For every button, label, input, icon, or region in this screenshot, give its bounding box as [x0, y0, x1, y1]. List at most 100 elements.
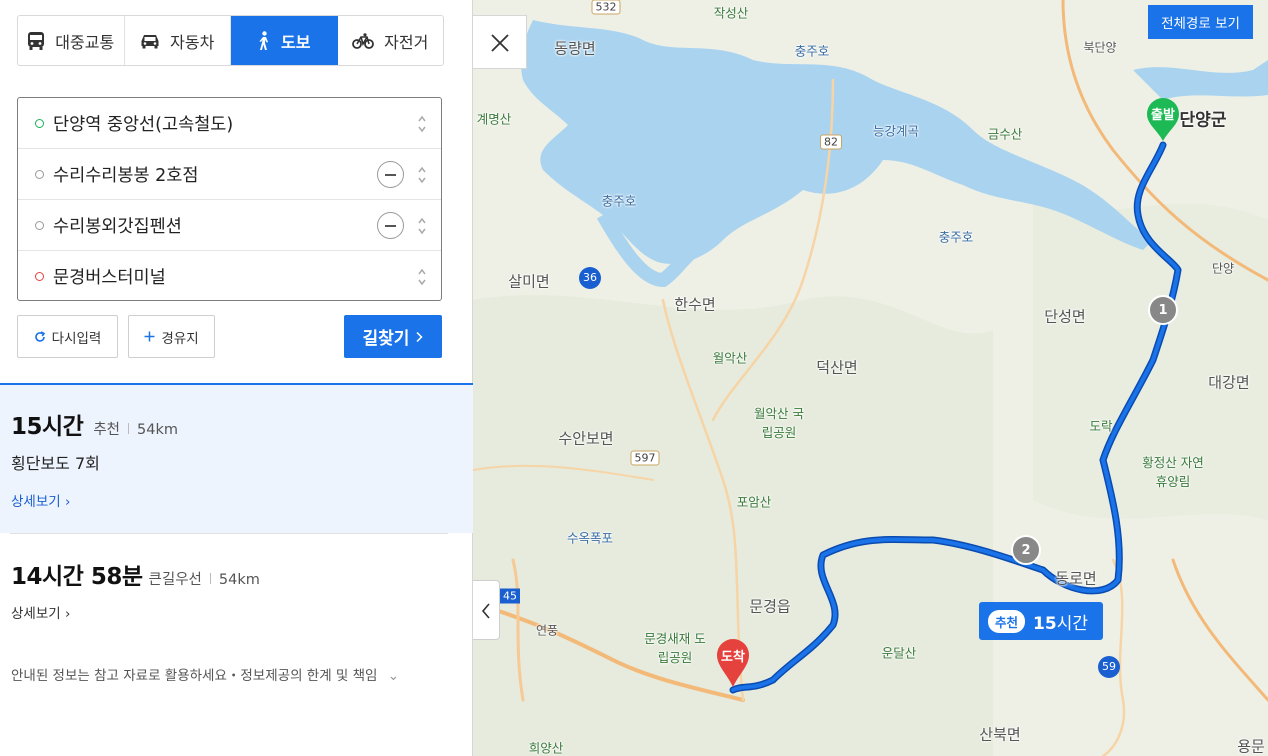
detail-label: 상세보기: [11, 606, 61, 622]
route-result[interactable]: 15시간 추천 54km 횡단보도 7회 상세보기 ›: [0, 385, 473, 533]
start-marker[interactable]: 출발: [1145, 98, 1181, 142]
waypoint-dot-icon: [35, 170, 44, 179]
route-end-field[interactable]: 문경버스터미널: [18, 251, 441, 301]
water-label: 수옥폭포: [566, 530, 614, 546]
water-label: 충주호: [601, 193, 637, 209]
peak-label: 월악산: [712, 350, 748, 366]
add-waypoint-button[interactable]: 경유지: [128, 315, 215, 358]
peak-label: 금수산: [987, 126, 1023, 142]
peak-label: 작성산: [713, 5, 749, 21]
collapse-panel-button[interactable]: [473, 580, 500, 640]
add-waypoint-label: 경유지: [161, 330, 199, 347]
reset-button[interactable]: 다시입력: [17, 315, 118, 358]
plus-icon: [144, 331, 155, 342]
result-header: 14시간 58분 큰길우선 54km: [11, 557, 260, 591]
waypoint-marker[interactable]: 1: [1148, 295, 1178, 325]
full-route-button[interactable]: 전체경로 보기: [1148, 5, 1253, 39]
bus-icon: [28, 31, 45, 50]
tab-transit[interactable]: 대중교통: [18, 16, 125, 65]
drag-handle-icon[interactable]: [417, 115, 427, 133]
car-icon: [141, 34, 159, 48]
end-marker-label: 도착: [721, 650, 745, 665]
waypoint-marker[interactable]: 2: [1011, 535, 1041, 565]
tab-car[interactable]: 자동차: [125, 16, 231, 65]
result-distance: 54km: [137, 422, 178, 438]
drag-handle-icon[interactable]: [417, 268, 427, 286]
route-start-field[interactable]: 단양역 중앙선(고속철도): [18, 98, 441, 149]
result-detail-link[interactable]: 상세보기 ›: [11, 602, 70, 622]
place-label: 연풍: [535, 623, 559, 638]
chevron-right-icon: [416, 331, 424, 342]
route-point-label: 수리봉외갓집펜션: [53, 216, 182, 237]
water-label: 능강계곡: [872, 123, 920, 139]
peak-label: 월악산 국립공원: [754, 406, 804, 440]
detail-label: 상세보기: [11, 494, 61, 510]
start-dot-icon: [35, 119, 44, 128]
place-label: 덕산면: [816, 358, 858, 377]
road-shield: 597: [630, 450, 660, 466]
tab-bicycle[interactable]: 자전거: [338, 16, 444, 65]
peak-label: 계명산: [476, 111, 512, 127]
chevron-right-icon: ›: [64, 494, 71, 510]
tab-label: 자전거: [384, 32, 429, 52]
chevron-down-icon: ⌄: [387, 668, 400, 684]
result-tag: 추천: [93, 422, 121, 438]
tab-walk[interactable]: 도보: [231, 16, 338, 65]
peak-label: 포암산: [736, 494, 772, 510]
separator: [128, 423, 130, 434]
chevron-left-icon: [481, 603, 490, 619]
peak-label: 희양산: [528, 740, 564, 756]
place-label: 대강면: [1208, 373, 1250, 392]
place-label: 산북면: [979, 725, 1021, 744]
place-label: 동량면: [554, 39, 596, 58]
place-label: 문경읍: [749, 597, 791, 616]
result-header: 15시간 추천 54km: [11, 407, 178, 441]
peak-label: 황정산 자연휴양림: [1142, 455, 1204, 489]
place-label: 한수면: [674, 295, 716, 314]
result-time: 15시간: [11, 414, 84, 440]
route-point-label: 단양역 중앙선(고속철도): [53, 114, 234, 135]
road-shield: 36: [579, 267, 601, 289]
drag-handle-icon[interactable]: [417, 166, 427, 184]
route-time-badge[interactable]: 추천 15시간: [979, 602, 1103, 640]
road-shield: 532: [591, 0, 621, 15]
route-result[interactable]: 14시간 58분 큰길우선 54km 상세보기 ›: [0, 533, 473, 643]
peak-label: 문경새재 도립공원: [644, 631, 706, 665]
separator: [209, 573, 211, 584]
remove-waypoint-button[interactable]: [377, 161, 404, 188]
route-point-label: 수리수리봉봉 2호점: [53, 165, 199, 186]
reset-label: 다시입력: [51, 330, 102, 347]
place-label: 동로면: [1055, 569, 1097, 588]
route-points-box: 단양역 중앙선(고속철도) 수리수리봉봉 2호점 수리봉외갓집펜션 문경버스터미…: [17, 97, 442, 301]
place-label: 단양: [1211, 261, 1235, 276]
chevron-right-icon: ›: [64, 606, 71, 622]
place-label: 북단양: [1083, 40, 1117, 55]
route-waypoint-field[interactable]: 수리수리봉봉 2호점: [18, 149, 441, 200]
search-route-button[interactable]: 길찾기: [344, 315, 442, 358]
end-dot-icon: [35, 272, 44, 281]
road-shield: 45: [500, 588, 520, 604]
badge-time: 15시간: [1033, 609, 1088, 634]
water-label: 충주호: [794, 43, 830, 59]
place-label: 단성면: [1044, 307, 1086, 326]
tab-label: 대중교통: [55, 32, 115, 52]
remove-waypoint-button[interactable]: [377, 212, 404, 239]
close-panel-button[interactable]: [473, 15, 527, 69]
route-point-label: 문경버스터미널: [53, 267, 166, 288]
disclaimer-notice[interactable]: 안내된 정보는 참고 자료로 활용하세요・정보제공의 한계 및 책임 ⌄: [11, 664, 399, 684]
refresh-icon: [34, 330, 45, 342]
peak-label: 도락: [1089, 418, 1113, 434]
bicycle-icon: [352, 32, 375, 49]
walk-icon: [259, 30, 269, 50]
place-label: 살미면: [508, 272, 550, 291]
drag-handle-icon[interactable]: [417, 217, 427, 235]
result-detail-link[interactable]: 상세보기 ›: [11, 490, 70, 510]
town-label: 단양군: [1179, 110, 1227, 131]
result-summary: 횡단보도 7회: [11, 454, 100, 473]
road-shield: 82: [820, 134, 842, 150]
waypoint-dot-icon: [35, 221, 44, 230]
end-marker[interactable]: 도착: [715, 638, 751, 688]
place-label: 용문: [1237, 737, 1265, 756]
map-view[interactable]: 532 82 36 597 45 59 작성산 동량면 충주호 북단양 계명산 …: [473, 0, 1268, 756]
route-waypoint-field[interactable]: 수리봉외갓집펜션: [18, 200, 441, 251]
